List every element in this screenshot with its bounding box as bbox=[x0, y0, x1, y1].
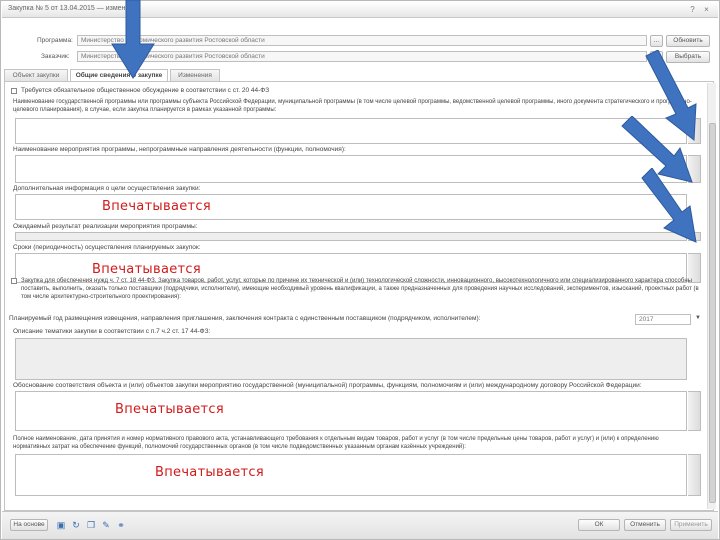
diagonal-arrow-icon-3 bbox=[641, 168, 697, 243]
activity-label: Наименование мероприятия программы, непр… bbox=[13, 146, 346, 153]
program-update-button[interactable]: Обновить bbox=[666, 35, 710, 47]
normative-act-side-button[interactable] bbox=[688, 454, 701, 496]
imprint-annotation-3: Впечатывается bbox=[115, 402, 224, 417]
planned-year-label: Планируемый год размещения извещения, на… bbox=[9, 315, 481, 322]
normative-act-label: Полное наименование, дата принятия и ном… bbox=[13, 436, 659, 450]
planned-year-select[interactable]: 2017 bbox=[635, 314, 691, 325]
ok-button[interactable]: ОК bbox=[578, 519, 620, 531]
topic-label: Описание тематики закупки в соответствии… bbox=[13, 328, 211, 335]
customer-label: Заказчик: bbox=[41, 53, 70, 60]
additional-info-label: Дополнительная информация о цели осущест… bbox=[13, 185, 201, 192]
cancel-button[interactable]: Отменить bbox=[624, 519, 666, 531]
close-icon[interactable]: × bbox=[702, 5, 711, 14]
public-discussion-label: Требуется обязательное общественное обсу… bbox=[21, 87, 270, 94]
tab-purchase-object[interactable]: Объект закупки bbox=[4, 69, 68, 81]
imprint-annotation-1: Впечатывается bbox=[102, 199, 211, 214]
base-select[interactable]: На основе bbox=[10, 519, 48, 531]
program-label: Программа: bbox=[37, 37, 73, 44]
form-panel: Требуется обязательное общественное обсу… bbox=[4, 81, 714, 511]
complex-purchase-label: Закупка для обеспечения нужд ч. 7 ст. 18… bbox=[21, 278, 699, 300]
apply-button[interactable]: Применить bbox=[670, 519, 712, 531]
normative-act-textarea[interactable] bbox=[15, 454, 687, 496]
vertical-scrollbar[interactable] bbox=[707, 83, 716, 509]
activity-textarea[interactable] bbox=[15, 155, 687, 183]
copy-icon[interactable]: ❐ bbox=[86, 520, 96, 530]
help-icon[interactable]: ? bbox=[688, 5, 697, 14]
deadlines-label: Сроки (периодичность) осуществления план… bbox=[13, 244, 201, 251]
justification-side-button[interactable] bbox=[688, 391, 701, 431]
tab-changes[interactable]: Изменения bbox=[170, 69, 220, 81]
refresh-icon[interactable]: ↻ bbox=[71, 520, 81, 530]
customer-field[interactable]: Министерство экономического развития Рос… bbox=[77, 51, 647, 62]
link-icon[interactable]: ⚭ bbox=[116, 520, 126, 530]
justification-label: Обоснование соответствия объекта и (или)… bbox=[13, 382, 642, 389]
down-arrow-icon bbox=[111, 0, 155, 79]
purchase-form-window: Закупка № 5 от 13.04.2015 — изменения ? … bbox=[0, 0, 720, 540]
program-field[interactable]: Министерство экономического развития Рос… bbox=[77, 35, 647, 46]
expected-result-label: Ожидаемый результат реализации мероприят… bbox=[13, 223, 198, 230]
imprint-annotation-4: Впечатывается bbox=[155, 465, 264, 480]
scrollbar-thumb[interactable] bbox=[709, 123, 716, 503]
topic-textarea[interactable] bbox=[15, 338, 687, 380]
program-name-label: Наименование государственной программы и… bbox=[13, 99, 692, 113]
program-name-textarea[interactable] bbox=[15, 118, 687, 144]
imprint-annotation-2: Впечатывается bbox=[92, 262, 201, 277]
attach-icon[interactable]: ✎ bbox=[101, 520, 111, 530]
public-discussion-checkbox[interactable] bbox=[11, 88, 17, 94]
bottom-toolbar: На основе ▣ ↻ ❐ ✎ ⚭ ОК Отменить Применит… bbox=[2, 511, 718, 539]
program-browse-button[interactable]: ... bbox=[650, 35, 663, 47]
complex-purchase-checkbox[interactable] bbox=[11, 278, 17, 284]
save-icon[interactable]: ▣ bbox=[56, 520, 66, 530]
expected-result-textarea[interactable] bbox=[15, 232, 687, 241]
chevron-down-icon[interactable]: ▼ bbox=[695, 315, 701, 321]
